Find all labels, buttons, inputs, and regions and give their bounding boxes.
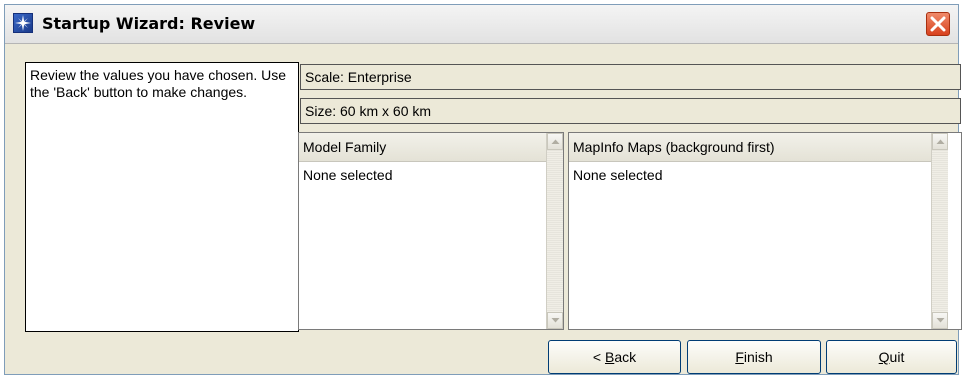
close-button[interactable] — [926, 12, 950, 36]
startup-wizard-window: Startup Wizard: Review Review the values… — [4, 4, 962, 375]
model-family-header-label: Model Family — [303, 139, 387, 155]
size-label: Size: 60 km x 60 km — [305, 103, 432, 119]
mapinfo-maps-content: None selected — [573, 167, 663, 183]
mapinfo-maps-scroll-down-button[interactable] — [932, 312, 948, 329]
model-family-header: Model Family — [299, 133, 546, 162]
scroll-up-arrow-icon — [551, 139, 560, 144]
mapinfo-maps-header: MapInfo Maps (background first) — [569, 133, 931, 162]
quit-rest: uit — [889, 349, 905, 365]
mapinfo-maps-scrollbar[interactable] — [931, 133, 948, 329]
size-field: Size: 60 km x 60 km — [300, 98, 961, 124]
title-bar[interactable]: Startup Wizard: Review — [5, 5, 958, 44]
window-title: Startup Wizard: Review — [42, 14, 256, 33]
model-family-content: None selected — [303, 167, 393, 183]
close-icon — [930, 16, 946, 32]
finish-mnemonic: F — [735, 349, 744, 365]
quit-mnemonic: Q — [878, 349, 890, 365]
back-mnemonic: B — [604, 349, 615, 365]
scroll-up-arrow-icon — [936, 139, 945, 144]
finish-rest: inish — [743, 349, 773, 365]
model-family-scrollbar[interactable] — [546, 133, 563, 329]
intro-panel: Review the values you have chosen. Use t… — [25, 62, 299, 332]
model-family-list[interactable]: Model Family None selected — [298, 132, 564, 330]
compass-star-icon — [13, 13, 33, 33]
model-family-scroll-down-button[interactable] — [547, 312, 563, 329]
finish-button[interactable]: Finish — [687, 340, 821, 374]
mapinfo-maps-scroll-up-button[interactable] — [932, 133, 948, 150]
mapinfo-maps-list[interactable]: MapInfo Maps (background first) None sel… — [568, 132, 962, 330]
back-rest: ack — [614, 349, 637, 365]
model-family-scroll-up-button[interactable] — [547, 133, 563, 150]
scale-label: Scale: Enterprise — [305, 69, 412, 85]
intro-text: Review the values you have chosen. Use t… — [30, 67, 287, 100]
mapinfo-maps-header-label: MapInfo Maps (background first) — [573, 139, 775, 155]
scroll-down-arrow-icon — [936, 318, 945, 323]
back-prefix: < — [592, 349, 605, 365]
scroll-down-arrow-icon — [551, 318, 560, 323]
back-button[interactable]: < Back — [548, 340, 681, 374]
quit-button[interactable]: Quit — [826, 340, 957, 374]
scale-field: Scale: Enterprise — [300, 64, 961, 90]
